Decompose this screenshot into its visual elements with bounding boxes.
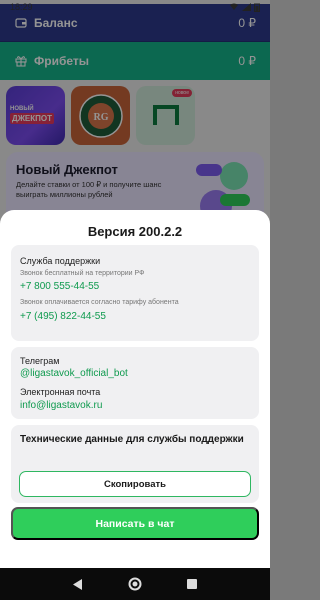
recents-button[interactable]: [183, 575, 201, 593]
tech-data-card: Технические данные для службы поддержки …: [11, 425, 259, 503]
copy-button[interactable]: Скопировать: [19, 471, 251, 497]
status-bar: 18:29: [0, 0, 270, 14]
home-button[interactable]: [126, 575, 144, 593]
write-chat-button[interactable]: Написать в чат: [11, 507, 259, 540]
support-heading: Служба поддержки: [20, 256, 101, 266]
tech-data-title: Технические данные для службы поддержки: [20, 434, 244, 445]
version-sheet: Версия 200.2.2 Служба поддержки Звонок б…: [0, 210, 270, 568]
home-icon: [128, 577, 142, 591]
support-card: Служба поддержки Звонок бесплатный на те…: [11, 245, 259, 341]
signal-icon: [242, 3, 251, 11]
email-link[interactable]: info@ligastavok.ru: [20, 400, 102, 411]
back-button[interactable]: [69, 575, 87, 593]
sheet-title: Версия 200.2.2: [87, 224, 183, 239]
system-nav-bar: [0, 568, 270, 600]
email-label: Электронная почта: [20, 387, 101, 397]
status-time: 18:29: [10, 2, 33, 12]
paid-phone-link[interactable]: +7 (495) 822-44-55: [20, 311, 106, 322]
telegram-link[interactable]: @ligastavok_official_bot: [20, 368, 128, 379]
recents-icon: [186, 579, 197, 589]
contacts-card: Телеграм @ligastavok_official_bot Электр…: [11, 347, 259, 419]
battery-icon: [254, 3, 260, 12]
back-icon: [73, 578, 83, 590]
wifi-icon: [230, 3, 238, 10]
modal-backdrop[interactable]: [0, 0, 270, 240]
telegram-label: Телеграм: [20, 356, 60, 366]
free-phone-link[interactable]: +7 800 555-44-55: [20, 281, 99, 292]
free-call-hint: Звонок бесплатный на территории РФ: [20, 270, 145, 277]
paid-call-hint: Звонок оплачивается согласно тарифу абон…: [20, 299, 179, 306]
